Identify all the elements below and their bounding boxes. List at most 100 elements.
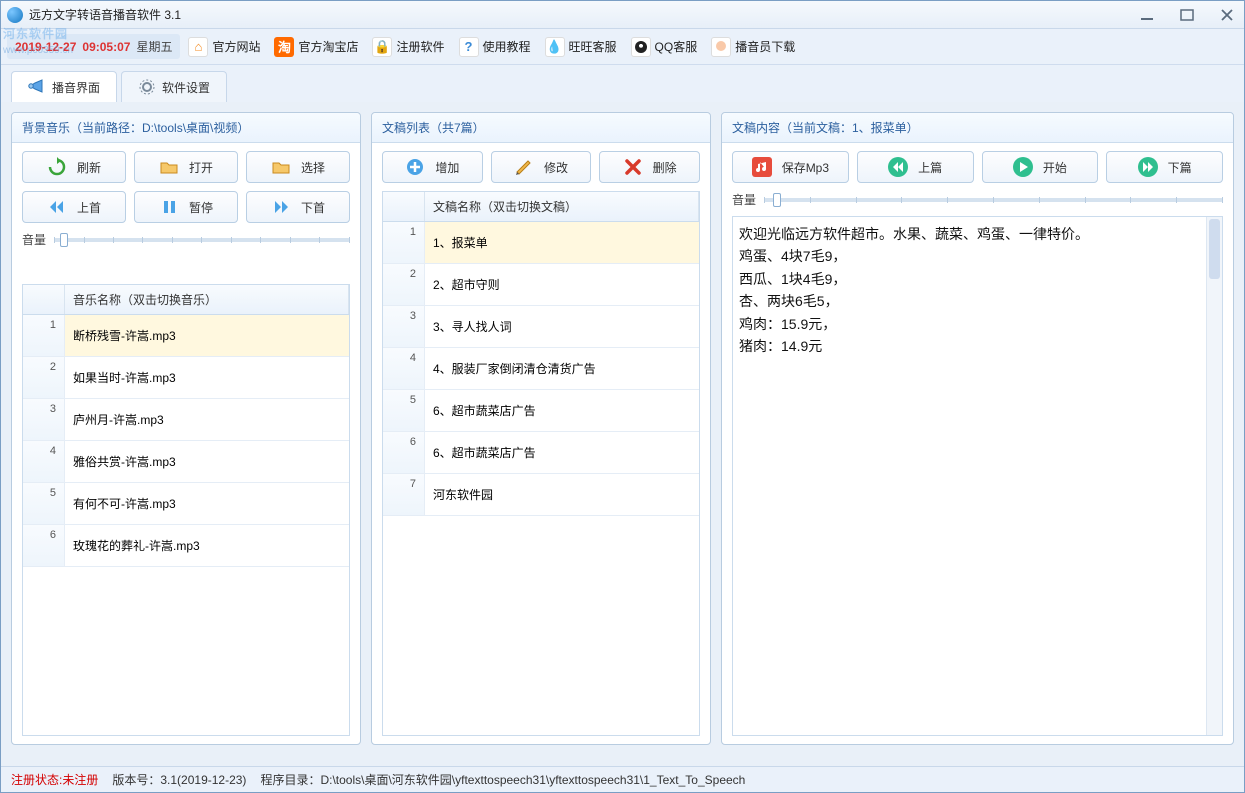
- link-tutorial[interactable]: ?使用教程: [453, 33, 537, 61]
- table-row[interactable]: ▸1断桥残雪-许嵩.mp3: [23, 315, 349, 357]
- delete-icon: [623, 157, 643, 177]
- volume-slider-left[interactable]: [54, 238, 350, 242]
- row-index: 6: [23, 525, 65, 566]
- app-icon: [7, 7, 23, 23]
- table-row[interactable]: 4雅俗共赏-许嵩.mp3: [23, 441, 349, 483]
- gear-icon: [138, 78, 156, 96]
- script-table: 文稿名称（双击切换文稿） ▸11、报菜单22、超市守则33、寻人找人词44、服装…: [382, 191, 700, 736]
- row-index: 1: [23, 315, 65, 356]
- panel-script-list: 文稿列表（共7篇） 增加 修改 删除 文稿名称（双击切换文稿） ▸11、报菜单2…: [371, 112, 711, 745]
- current-time: 09:05:07: [82, 40, 130, 54]
- prev-icon: [47, 197, 67, 217]
- start-button[interactable]: 开始: [982, 151, 1099, 183]
- music-name: 如果当时-许嵩.mp3: [65, 363, 349, 392]
- music-col-header: 音乐名称（双击切换音乐）: [65, 285, 349, 314]
- table-row[interactable]: ▸11、报菜单: [383, 222, 699, 264]
- table-row[interactable]: 6玫瑰花的葬礼-许嵩.mp3: [23, 525, 349, 567]
- select-button[interactable]: 选择: [246, 151, 350, 183]
- link-taobao[interactable]: 淘官方淘宝店: [268, 33, 364, 61]
- music-name: 雅俗共赏-许嵩.mp3: [65, 447, 349, 476]
- forward-icon: [1138, 157, 1158, 177]
- close-button[interactable]: [1216, 7, 1238, 23]
- volume-slider-right[interactable]: [764, 198, 1223, 202]
- next-script-button[interactable]: 下篇: [1106, 151, 1223, 183]
- table-row[interactable]: 5有何不可-许嵩.mp3: [23, 483, 349, 525]
- table-row[interactable]: 56、超市蔬菜店广告: [383, 390, 699, 432]
- pencil-icon: [514, 157, 534, 177]
- wangwang-icon: 💧: [545, 37, 565, 57]
- music-name: 玫瑰花的葬礼-许嵩.mp3: [65, 531, 349, 560]
- link-announcer[interactable]: 播音员下载: [705, 33, 801, 61]
- music-name: 庐州月-许嵩.mp3: [65, 405, 349, 434]
- row-index: 1: [383, 222, 425, 263]
- script-name: 4、服装厂家倒闭清仓清货广告: [425, 354, 699, 383]
- row-index: 2: [23, 357, 65, 398]
- link-wangwang[interactable]: 💧旺旺客服: [539, 33, 623, 61]
- script-col-header: 文稿名称（双击切换文稿）: [425, 192, 699, 221]
- scrollbar[interactable]: [1206, 217, 1222, 735]
- current-date: 2019-12-27: [15, 40, 76, 54]
- prev-track-button[interactable]: 上首: [22, 191, 126, 223]
- save-mp3-button[interactable]: 保存Mp3: [732, 151, 849, 183]
- help-icon: ?: [459, 37, 479, 57]
- folder-open-icon: [159, 157, 179, 177]
- prev-script-button[interactable]: 上篇: [857, 151, 974, 183]
- open-button[interactable]: 打开: [134, 151, 238, 183]
- table-row[interactable]: 22、超市守则: [383, 264, 699, 306]
- row-index: 4: [383, 348, 425, 389]
- table-row[interactable]: 2如果当时-许嵩.mp3: [23, 357, 349, 399]
- table-row[interactable]: 44、服装厂家倒闭清仓清货广告: [383, 348, 699, 390]
- panel-script-list-title: 文稿列表（共7篇）: [372, 113, 710, 143]
- row-index: 6: [383, 432, 425, 473]
- script-name: 6、超市蔬菜店广告: [425, 438, 699, 467]
- link-register[interactable]: 🔒注册软件: [366, 33, 450, 61]
- maximize-button[interactable]: [1176, 7, 1198, 23]
- tab-settings[interactable]: 软件设置: [121, 71, 227, 102]
- table-row[interactable]: 66、超市蔬菜店广告: [383, 432, 699, 474]
- folder-select-icon: [271, 157, 291, 177]
- table-row[interactable]: 7河东软件园: [383, 474, 699, 516]
- tab-play-label: 播音界面: [52, 79, 100, 96]
- taobao-icon: 淘: [274, 37, 294, 57]
- add-button[interactable]: 增加: [382, 151, 483, 183]
- refresh-icon: [47, 157, 67, 177]
- row-index: 4: [23, 441, 65, 482]
- minimize-button[interactable]: [1136, 7, 1158, 23]
- pause-button[interactable]: 暂停: [134, 191, 238, 223]
- edit-button[interactable]: 修改: [491, 151, 592, 183]
- announcer-icon: [711, 37, 731, 57]
- top-toolbar: 2019-12-27 09:05:07 星期五 ⌂官方网站 淘官方淘宝店 🔒注册…: [1, 29, 1244, 65]
- script-name: 3、寻人找人词: [425, 312, 699, 341]
- program-dir: 程序目录：D:\tools\桌面\河东软件园\yftexttospeech31\…: [260, 771, 745, 788]
- link-qq[interactable]: QQ客服: [625, 33, 704, 61]
- window-controls: [1136, 7, 1238, 23]
- row-index: 7: [383, 474, 425, 515]
- script-name: 2、超市守则: [425, 270, 699, 299]
- current-weekday: 星期五: [136, 38, 172, 55]
- script-name: 6、超市蔬菜店广告: [425, 396, 699, 425]
- next-track-button[interactable]: 下首: [246, 191, 350, 223]
- script-content-textarea[interactable]: 欢迎光临远方软件超市。水果、蔬菜、鸡蛋、一律特价。 鸡蛋、4块7毛9， 西瓜、1…: [732, 216, 1223, 736]
- pause-icon: [159, 197, 179, 217]
- panel-bg-music: 背景音乐（当前路径：D:\tools\桌面\视频） 刷新 打开 选择 上首 暂停…: [11, 112, 361, 745]
- plus-icon: [405, 157, 425, 177]
- table-row[interactable]: 33、寻人找人词: [383, 306, 699, 348]
- delete-button[interactable]: 删除: [599, 151, 700, 183]
- link-official-site[interactable]: ⌂官方网站: [182, 33, 266, 61]
- table-row[interactable]: 3庐州月-许嵩.mp3: [23, 399, 349, 441]
- next-icon: [271, 197, 291, 217]
- tab-play[interactable]: 播音界面: [11, 71, 117, 102]
- refresh-button[interactable]: 刷新: [22, 151, 126, 183]
- window-title: 远方文字转语音播音软件 3.1: [29, 6, 181, 23]
- row-index: 5: [383, 390, 425, 431]
- version-info: 版本号：3.1(2019-12-23): [112, 771, 246, 788]
- music-table: 音乐名称（双击切换音乐） ▸1断桥残雪-许嵩.mp32如果当时-许嵩.mp33庐…: [22, 284, 350, 736]
- row-index: 3: [23, 399, 65, 440]
- register-status: 注册状态:未注册: [11, 771, 98, 788]
- rewind-icon: [888, 157, 908, 177]
- title-bar: 远方文字转语音播音软件 3.1: [1, 1, 1244, 29]
- qq-icon: [631, 37, 651, 57]
- megaphone-icon: [28, 78, 46, 96]
- panel-script-content-title: 文稿内容（当前文稿：1、报菜单）: [722, 113, 1233, 143]
- play-icon: [1013, 157, 1033, 177]
